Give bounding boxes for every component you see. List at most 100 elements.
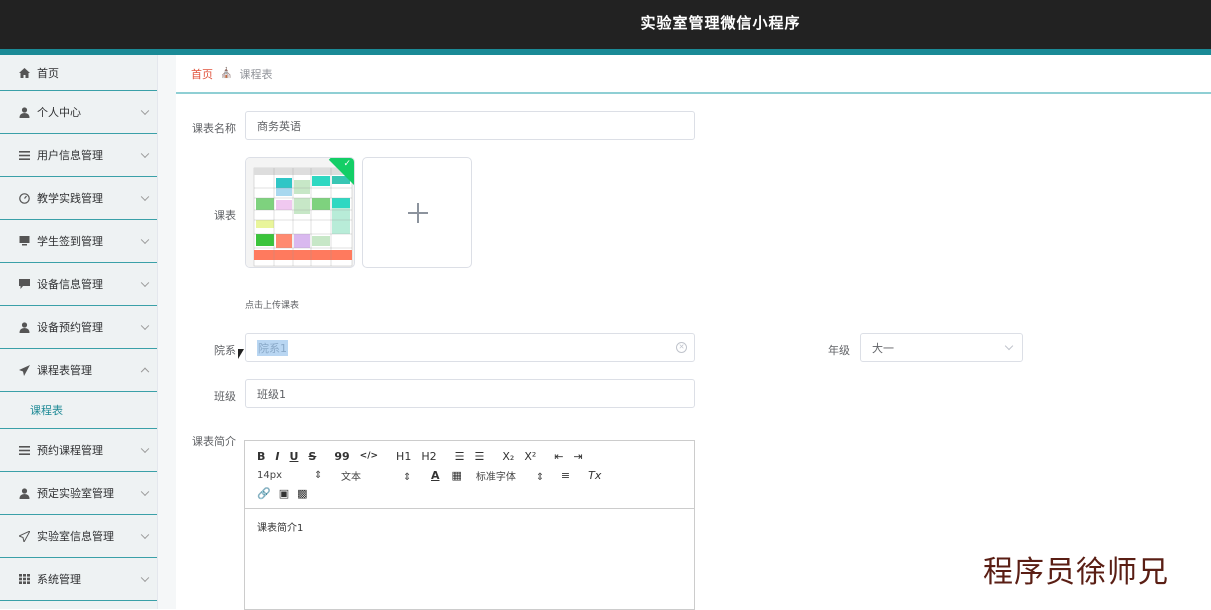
indent-icon[interactable]: ⇥ [573,450,582,463]
quote-button[interactable]: 99 [334,450,349,463]
clear-icon[interactable]: ✕ [676,342,687,353]
text-style-value: 文本 [341,471,361,483]
clear-format-button[interactable]: Tx [588,469,601,482]
sidebar-subitem-schedule[interactable]: 课程表 [0,392,157,429]
grid-icon [18,573,30,585]
bullet-list-icon[interactable]: ☰ [474,450,484,463]
sidebar-item-users[interactable]: 用户信息管理 [0,134,157,177]
chevron-down-icon [140,192,150,202]
code-button[interactable]: </> [360,451,378,461]
link-icon[interactable]: 🔗 [257,487,271,500]
gutter [158,55,176,609]
ordered-list-icon[interactable]: ☰ [455,450,465,463]
font-family-value: 标准字体 [475,471,516,483]
italic-button[interactable]: I [275,450,279,463]
sidebar-item-checkin[interactable]: 学生签到管理 [0,220,157,263]
underline-button[interactable]: U [289,450,298,463]
user-icon [18,321,30,333]
chevron-down-icon [140,278,150,288]
grade-select[interactable]: 大一 [860,333,1023,362]
chevron-down-icon [140,444,150,454]
text-style-picker[interactable]: 文本 ⇕ [341,468,431,483]
outdent-icon[interactable]: ⇤ [554,450,563,463]
image-icon[interactable]: ▣ [279,487,289,500]
check-icon: ✓ [343,159,351,169]
grade-label: 年级 [828,344,850,357]
schedule-label: 课表 [214,209,236,222]
chevron-down-icon [140,487,150,497]
schedule-image [246,158,354,267]
mouse-cursor-icon [238,349,244,359]
course-name-input[interactable]: 商务英语 [245,111,695,140]
font-size-picker[interactable]: 14px ⇕ [257,470,327,481]
sidebar-item-schedule-mgmt[interactable]: 课程表管理 [0,349,157,392]
sidebar-item-lab-booking[interactable]: 预定实验室管理 [0,472,157,515]
chevron-down-icon [140,149,150,159]
home-icon [18,67,30,79]
sidebar-item-system[interactable]: 系统管理 [0,558,157,601]
sidebar-item-label: 系统管理 [37,573,81,586]
user-icon [18,487,30,499]
department-label: 院系 [214,344,236,357]
editor-content[interactable]: 课表简介1 [245,509,694,544]
rich-text-editor[interactable]: B I U S 99 </> H1 H2 ☰ ☰ X₂ X² ⇤ ⇥ 14px ⇕… [244,440,695,610]
chevron-down-icon [140,235,150,245]
sidebar-item-personal[interactable]: 个人中心 [0,91,157,134]
grade-value: 大一 [872,341,894,355]
subscript-button[interactable]: X₂ [502,450,514,463]
breadcrumb-home[interactable]: 首页 [191,66,213,82]
class-input[interactable]: 班级1 [245,379,695,408]
toolbar-row-2: 14px ⇕ 文本 ⇕ A ▦ 标准字体 ⇕ ≡ Tx [257,468,611,483]
breadcrumb-current: 课程表 [239,67,273,81]
department-value: 院系1 [257,339,288,356]
send-icon [18,364,30,376]
send-icon [18,530,30,542]
h1-button[interactable]: H1 [396,450,411,463]
list-icon [18,444,30,456]
sidebar-item-label: 课程表 [30,404,63,417]
sidebar-item-teaching[interactable]: 教学实践管理 [0,177,157,220]
upload-button[interactable] [362,157,472,268]
sidebar-item-equip-booking[interactable]: 设备预约管理 [0,306,157,349]
monitor-icon [18,235,30,247]
watermark: 程序员徐师兄 [983,555,1169,590]
sidebar-item-label: 首页 [37,66,59,80]
department-select[interactable]: 院系1 ✕ [245,333,695,362]
sidebar-item-label: 设备信息管理 [37,278,103,291]
sidebar-item-label: 预定实验室管理 [37,487,114,500]
class-value: 班级1 [257,387,286,401]
sidebar-item-label: 教学实践管理 [37,192,103,205]
sidebar-item-label: 学生签到管理 [37,235,103,248]
chevron-up-icon [140,367,150,377]
font-family-picker[interactable]: 标准字体 ⇕ [476,468,561,483]
upload-hint: 点击上传课表 [245,301,300,311]
h2-button[interactable]: H2 [421,450,436,463]
highlight-icon[interactable]: ▦ [452,469,462,482]
chevron-down-icon [140,106,150,116]
toolbar-row-3: 🔗 ▣ ▩ [257,486,318,500]
schedule-thumbnail[interactable]: ✓ [245,157,355,268]
strike-button[interactable]: S [308,450,316,463]
chevron-down-icon [140,321,150,331]
align-icon[interactable]: ≡ [561,469,570,482]
user-icon [18,106,30,118]
font-color-button[interactable]: A [431,469,440,482]
breadcrumb: 首页 ⛪ 课程表 [176,55,1211,94]
video-icon[interactable]: ▩ [297,487,307,500]
chevron-down-icon [140,530,150,540]
font-size-value: 14px [257,469,282,481]
plus-icon [408,203,428,223]
chevron-down-icon [140,573,150,583]
bold-button[interactable]: B [257,450,265,463]
sidebar-item-equipment[interactable]: 设备信息管理 [0,263,157,306]
sidebar-item-lab-info[interactable]: 实验室信息管理 [0,515,157,558]
gauge-icon [18,192,30,204]
list-icon [18,149,30,161]
home-icon: ⛪ [220,68,233,79]
sidebar-item-course-booking[interactable]: 预约课程管理 [0,429,157,472]
sidebar-item-label: 个人中心 [37,106,81,119]
sidebar-item-home[interactable]: 首页 [0,55,157,91]
superscript-button[interactable]: X² [524,450,536,463]
app-title: 实验室管理微信小程序 [640,14,801,32]
course-name-label: 课表名称 [192,122,236,135]
